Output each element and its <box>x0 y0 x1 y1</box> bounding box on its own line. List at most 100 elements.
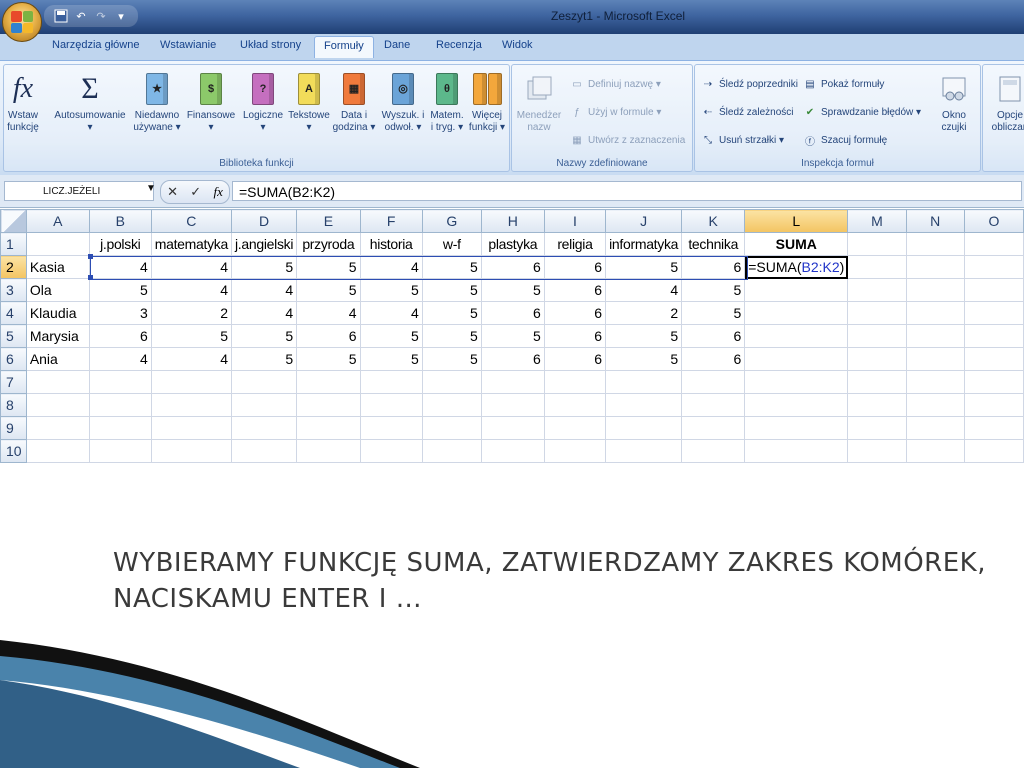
cell[interactable] <box>963 370 1024 394</box>
cell[interactable] <box>150 393 232 417</box>
cell[interactable] <box>963 278 1024 302</box>
cell[interactable] <box>744 393 849 417</box>
cell[interactable] <box>296 393 361 417</box>
cell[interactable] <box>421 370 482 394</box>
redo-icon[interactable]: ↷ <box>92 7 110 25</box>
cell[interactable]: 5 <box>605 347 683 371</box>
fx-insert-icon[interactable]: fx <box>213 184 222 200</box>
tab-page-layout[interactable]: Układ strony <box>240 39 301 51</box>
cell[interactable]: 4 <box>150 278 232 302</box>
cell[interactable]: przyroda <box>296 232 361 256</box>
range-handle[interactable] <box>88 275 93 280</box>
cell[interactable] <box>230 393 298 417</box>
cell[interactable]: 6 <box>543 324 607 348</box>
editing-cell[interactable]: =SUMA(B2:K2) <box>744 255 849 279</box>
name-manager-button[interactable]: Menedżer nazw <box>514 71 564 134</box>
remove-arrows-button[interactable]: ⤡ Usuń strzałki ▾ <box>701 133 784 147</box>
cell[interactable] <box>543 439 607 463</box>
cell[interactable]: 6 <box>480 255 545 279</box>
cell[interactable] <box>847 278 907 302</box>
cell[interactable]: 5 <box>421 347 482 371</box>
cell[interactable]: 5 <box>296 278 361 302</box>
cell[interactable] <box>421 393 482 417</box>
column-header-b[interactable]: B <box>88 209 152 233</box>
cell[interactable]: 5 <box>359 278 423 302</box>
logical-button[interactable]: ? Logiczne ▾ <box>239 71 287 134</box>
autosum-button[interactable]: Σ Autosumowanie ▾ <box>50 71 130 134</box>
cell[interactable] <box>150 416 232 440</box>
cell[interactable]: 4 <box>150 347 232 371</box>
cell[interactable] <box>421 439 482 463</box>
row-header[interactable]: 1 <box>0 232 27 256</box>
column-header-f[interactable]: F <box>359 209 423 233</box>
column-header-k[interactable]: K <box>681 209 746 233</box>
cell[interactable] <box>905 232 965 256</box>
cell[interactable] <box>963 232 1024 256</box>
cell[interactable] <box>230 370 298 394</box>
column-header-d[interactable]: D <box>230 209 298 233</box>
cell[interactable]: 6 <box>88 324 152 348</box>
range-handle[interactable] <box>88 254 93 259</box>
cell[interactable]: 5 <box>296 347 361 371</box>
cell[interactable] <box>150 370 232 394</box>
save-icon[interactable] <box>52 7 70 25</box>
cell[interactable] <box>25 232 90 256</box>
cell[interactable] <box>963 324 1024 348</box>
cell[interactable] <box>847 232 907 256</box>
column-header-o[interactable]: O <box>963 209 1024 233</box>
cell[interactable] <box>905 439 965 463</box>
cell[interactable] <box>359 393 423 417</box>
cell[interactable]: 5 <box>681 301 746 325</box>
cell[interactable]: 5 <box>605 324 683 348</box>
cell[interactable] <box>847 416 907 440</box>
row-header[interactable]: 3 <box>0 278 27 302</box>
cell[interactable] <box>25 370 90 394</box>
tab-home[interactable]: Narzędzia główne <box>52 39 139 51</box>
cell[interactable] <box>605 370 683 394</box>
cell[interactable]: 6 <box>543 255 607 279</box>
cell[interactable] <box>480 416 545 440</box>
cell[interactable]: Ola <box>25 278 90 302</box>
cell[interactable] <box>543 370 607 394</box>
cell[interactable]: j.angielski <box>230 232 298 256</box>
cell[interactable] <box>681 439 746 463</box>
cell[interactable] <box>744 347 849 371</box>
cell[interactable] <box>480 439 545 463</box>
cell[interactable] <box>744 324 849 348</box>
cell[interactable] <box>847 370 907 394</box>
cell[interactable] <box>847 301 907 325</box>
cell[interactable]: 5 <box>230 324 298 348</box>
formula-input[interactable]: =SUMA(B2:K2) <box>232 181 1022 201</box>
math-trig-button[interactable]: θ Matem. i tryg. ▾ <box>427 71 467 134</box>
column-header-c[interactable]: C <box>150 209 232 233</box>
cell[interactable] <box>230 439 298 463</box>
customize-icon[interactable]: ▾ <box>112 7 130 25</box>
column-header-m[interactable]: M <box>847 209 907 233</box>
column-header-h[interactable]: H <box>480 209 545 233</box>
cell[interactable]: 6 <box>480 347 545 371</box>
cell[interactable] <box>963 393 1024 417</box>
cell[interactable] <box>847 255 907 279</box>
cell[interactable] <box>296 439 361 463</box>
cell[interactable]: 5 <box>681 278 746 302</box>
cell[interactable] <box>605 416 683 440</box>
cell[interactable] <box>296 416 361 440</box>
cell[interactable] <box>905 324 965 348</box>
row-header[interactable]: 10 <box>0 439 27 463</box>
cell[interactable] <box>905 301 965 325</box>
insert-function-button[interactable]: fx Wstaw funkcję <box>4 71 42 134</box>
cell[interactable]: 5 <box>421 278 482 302</box>
trace-dependents-button[interactable]: ⇠ Śledź zależności <box>701 105 794 119</box>
name-box-dropdown-icon[interactable]: ▼ <box>146 183 156 194</box>
cell[interactable] <box>25 416 90 440</box>
tab-view[interactable]: Widok <box>502 39 533 51</box>
cell[interactable] <box>847 347 907 371</box>
cell[interactable]: religia <box>543 232 607 256</box>
trace-precedents-button[interactable]: ⇢ Śledź poprzedniki <box>701 77 798 91</box>
cell[interactable]: 2 <box>605 301 683 325</box>
cell[interactable] <box>359 370 423 394</box>
cell[interactable]: plastyka <box>480 232 545 256</box>
column-header-l[interactable]: L <box>744 209 849 233</box>
cell[interactable]: 5 <box>296 255 361 279</box>
evaluate-formula-button[interactable]: ⓕ Szacuj formułę <box>803 133 887 148</box>
